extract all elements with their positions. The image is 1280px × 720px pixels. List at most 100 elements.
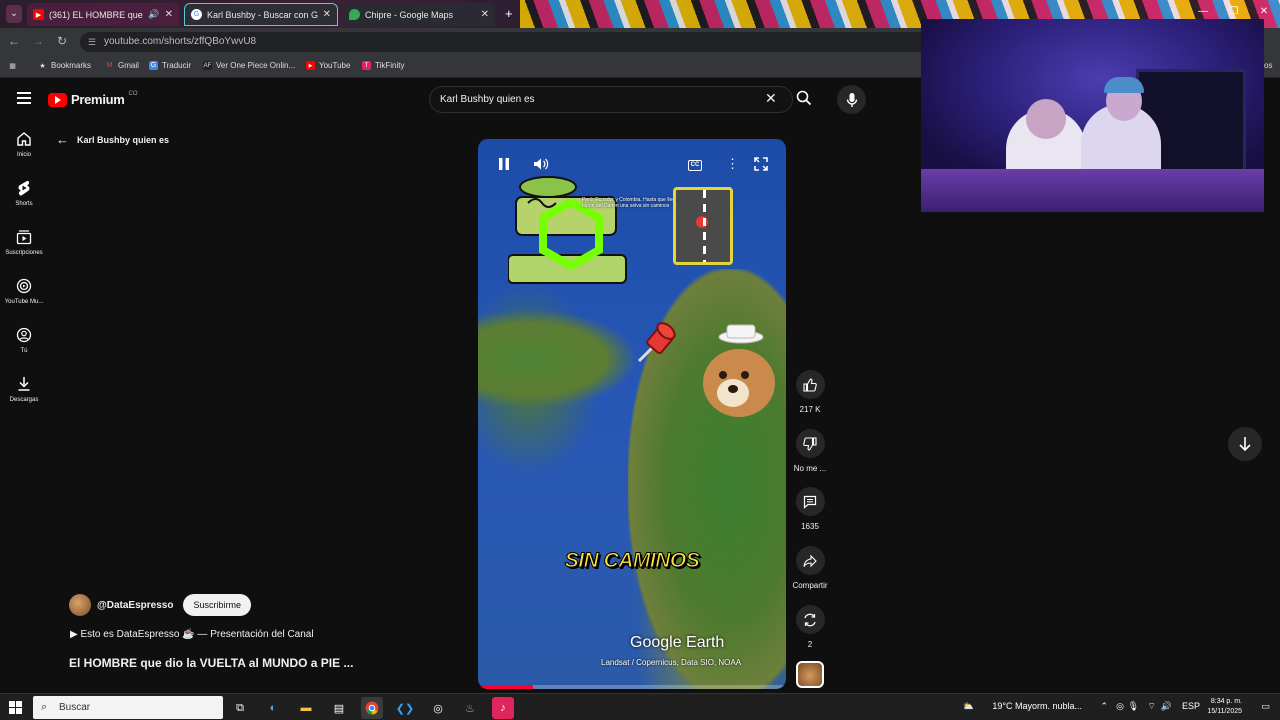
close-tab-icon[interactable]: ✕ — [323, 9, 331, 20]
comments-button[interactable]: 1635 — [790, 487, 830, 531]
menu-icon[interactable] — [17, 92, 31, 104]
avatar[interactable] — [69, 594, 91, 616]
notifications-icon[interactable]: ▭ — [1261, 701, 1270, 712]
bookmark-label: Ver One Piece Onlin... — [216, 61, 296, 70]
video-progress-bar[interactable] — [478, 685, 786, 689]
youtube-logo-icon — [48, 92, 67, 107]
subscribe-button[interactable]: Suscribirme — [183, 594, 251, 616]
chevron-up-icon[interactable]: ⌃ — [1100, 701, 1108, 712]
fullscreen-icon[interactable] — [754, 157, 768, 174]
google-icon: G — [191, 9, 202, 20]
apps-icon[interactable]: ▦ — [8, 61, 17, 70]
comment-count: 1635 — [801, 522, 819, 531]
clock[interactable]: 8:34 p. m. 15/11/2025 — [1207, 697, 1242, 717]
microphone-icon[interactable]: 🎙 — [1128, 701, 1139, 712]
bookmark-bookmarks[interactable]: ★ Bookmarks — [38, 61, 91, 70]
remix-button[interactable]: 2 — [790, 605, 830, 649]
location-dot-icon — [696, 216, 708, 228]
more-options-icon[interactable]: ⋮ — [726, 156, 739, 172]
bookmark-label: Bookmarks — [51, 61, 92, 70]
vscode-icon[interactable]: ❮❯ — [394, 697, 416, 719]
channel-name[interactable]: @DataEspresso — [97, 600, 173, 611]
imagery-credit: Landsat / Copernicus, Data SIO, NOAA — [601, 658, 742, 667]
new-tab-button[interactable]: + — [505, 6, 513, 21]
windows-taskbar: ⌕ Buscar ⧉ ◐ ▬ ▤ ❮❯ ◎ ♨ ♪ ⛅ 19°C Mayorm.… — [0, 693, 1280, 720]
captions-button[interactable]: CC — [688, 160, 702, 171]
bookmark-label: Gmail — [118, 61, 139, 70]
obs-icon[interactable]: ◎ — [427, 697, 449, 719]
tab-google-search[interactable]: G Karl Bushby - Buscar con Goog ✕ — [184, 3, 338, 26]
weather-text[interactable]: 19°C Mayorm. nubla... — [992, 701, 1082, 711]
task-view-icon[interactable]: ⧉ — [229, 697, 251, 719]
bookmark-gmail[interactable]: M Gmail — [105, 61, 139, 70]
sidebar-item-suscripciones[interactable]: Suscripciones — [0, 228, 48, 256]
clock-date: 15/11/2025 — [1207, 708, 1242, 715]
speaker-icon[interactable]: 🔊 — [148, 9, 159, 20]
microphone-icon[interactable] — [837, 85, 866, 114]
reload-icon[interactable]: ↻ — [54, 34, 70, 48]
back-arrow-icon[interactable]: ← — [6, 34, 22, 48]
search-icon[interactable] — [796, 90, 816, 110]
bookmark-traducir[interactable]: G Traducir — [149, 61, 191, 70]
sidebar-item-label: YouTube Mu... — [4, 299, 44, 305]
tab-youtube[interactable]: ▶ (361) EL HOMBRE que dio la VUEL 🔊 ✕ — [27, 3, 179, 26]
taskbar-search-input[interactable]: ⌕ Buscar — [33, 696, 223, 719]
search-input[interactable]: Karl Bushby quien es — [429, 86, 793, 113]
close-window-button[interactable]: ✕ — [1256, 6, 1272, 17]
bookmark-label: Traducir — [162, 61, 192, 70]
chrome-icon[interactable] — [361, 697, 383, 719]
sidebar-item-shorts[interactable]: Shorts — [0, 179, 48, 207]
back-to-search-link[interactable]: ← Karl Bushby quien es — [56, 132, 169, 147]
sidebar-item-label: Suscripciones — [5, 250, 43, 256]
bookmark-youtube[interactable]: ▶ YouTube — [306, 61, 350, 70]
weather-icon[interactable]: ⛅ — [963, 701, 974, 712]
webcam-overlay — [921, 19, 1264, 212]
tab-google-maps[interactable]: Chipre - Google Maps ✕ — [343, 3, 495, 26]
youtube-premium-logo[interactable]: Premium CO — [48, 91, 138, 107]
maximize-button[interactable]: ❐ — [1226, 6, 1242, 17]
shorts-video-player[interactable]: CC ⋮ Perú, Ecuador y Colombia. Hasta que… — [478, 139, 786, 689]
bookmark-tikfinity[interactable]: T TikFinity — [362, 61, 404, 70]
back-label: Karl Bushby quien es — [77, 134, 170, 145]
minimize-button[interactable]: — — [1195, 6, 1211, 17]
store-icon[interactable]: ▤ — [328, 697, 350, 719]
close-tab-icon[interactable]: ✕ — [481, 9, 489, 20]
sound-thumbnail[interactable] — [796, 661, 824, 688]
dislike-button[interactable]: No me ... — [790, 429, 830, 473]
like-button[interactable]: 217 K — [790, 370, 830, 414]
logo-text: Premium — [71, 92, 125, 107]
windows-start-icon[interactable] — [9, 701, 22, 714]
steam-icon[interactable]: ♨ — [459, 697, 481, 719]
site-info-icon[interactable]: ☰ — [88, 32, 96, 52]
af-icon: AF — [203, 61, 212, 70]
language-indicator[interactable]: ESP — [1182, 701, 1200, 711]
desk-shape — [921, 169, 1264, 212]
close-tab-icon[interactable]: ✕ — [165, 9, 173, 20]
tab-title: (361) EL HOMBRE que dio la VUEL — [49, 9, 143, 20]
playlist-link[interactable]: ▶ Esto es DataEspresso ☕ — Presentación … — [70, 629, 314, 640]
all-bookmarks-label[interactable]: os — [1264, 61, 1272, 70]
edge-icon[interactable]: ◐ — [262, 697, 284, 719]
share-button[interactable]: Compartir — [790, 546, 830, 590]
tab-search-menu-button[interactable]: ⌄ — [6, 5, 22, 23]
youtube-masthead: Premium CO Karl Bushby quien es ✕ — [0, 80, 920, 120]
address-bar[interactable]: ☰ youtube.com/shorts/zffQBoYwvU8 — [80, 32, 940, 52]
volume-icon[interactable]: 🔊 — [1161, 701, 1172, 712]
youtube-icon: ▶ — [33, 9, 44, 20]
sidebar-item-tu[interactable]: Tú — [0, 326, 48, 354]
forward-arrow-icon[interactable]: → — [30, 34, 46, 48]
wifi-icon[interactable]: ⌔ — [1148, 701, 1156, 712]
cap-shape — [1104, 77, 1144, 93]
network-icon[interactable]: ◎ — [1116, 701, 1124, 712]
file-explorer-icon[interactable]: ▬ — [295, 697, 317, 719]
clear-search-icon[interactable]: ✕ — [765, 90, 777, 107]
sidebar-item-inicio[interactable]: Inicio — [0, 130, 48, 158]
next-short-button[interactable] — [1228, 427, 1262, 461]
video-title[interactable]: El HOMBRE que dio la VUELTA al MUNDO a P… — [69, 656, 353, 670]
star-icon: ★ — [39, 62, 46, 70]
sidebar-item-descargas[interactable]: Descargas — [0, 375, 48, 403]
sidebar-item-label: Tú — [20, 348, 28, 354]
sidebar-item-youtube-music[interactable]: YouTube Mu... — [0, 277, 48, 305]
bookmark-one-piece[interactable]: AF Ver One Piece Onlin... — [203, 61, 295, 70]
tikfinity-icon[interactable]: ♪ — [492, 697, 514, 719]
